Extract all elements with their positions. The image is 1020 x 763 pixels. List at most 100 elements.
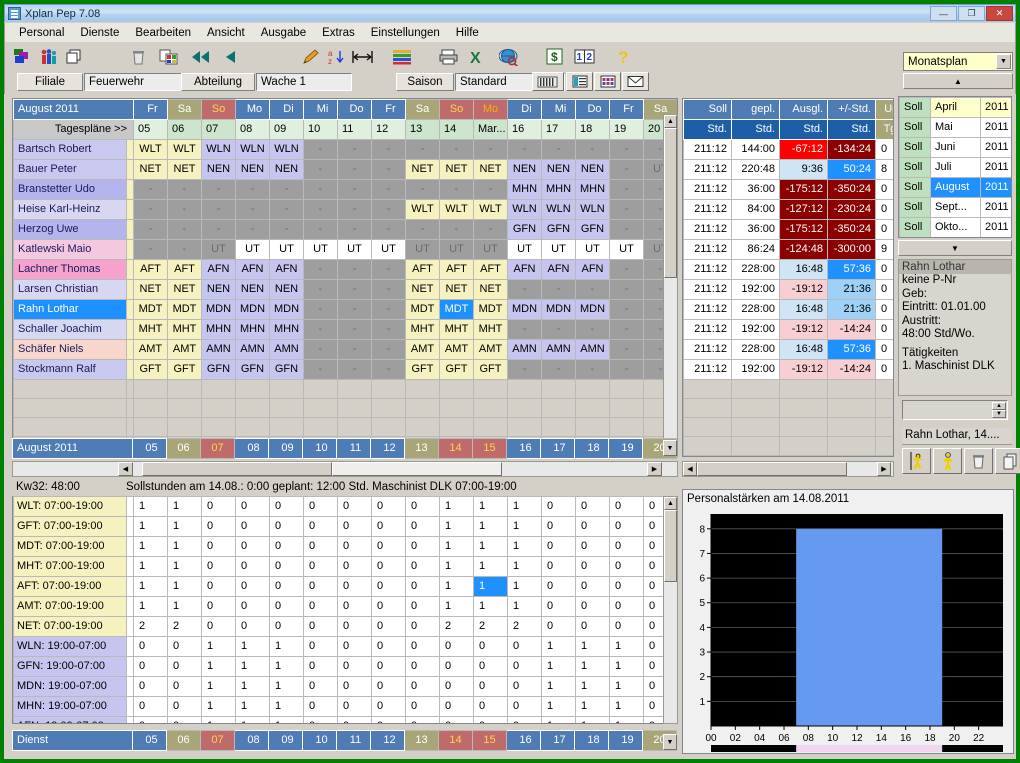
counter-value[interactable]: 0 <box>405 616 440 637</box>
counter-value[interactable]: 1 <box>541 716 576 723</box>
counter-value[interactable]: 0 <box>473 656 508 677</box>
counter-value[interactable]: 1 <box>541 696 576 717</box>
date-cell[interactable]: 08 <box>235 119 270 140</box>
counter-value[interactable]: 0 <box>235 576 270 597</box>
counter-label[interactable]: AFT: 07:00-19:00 <box>13 576 127 597</box>
counter-value[interactable]: 0 <box>371 636 406 657</box>
month-year[interactable]: 2011 <box>980 197 1011 218</box>
menu-item-extras[interactable]: Extras <box>314 25 363 41</box>
shift-cell[interactable]: AMN <box>235 339 270 360</box>
counters-footer-date[interactable]: 19 <box>608 730 643 751</box>
counter-value[interactable]: 0 <box>337 596 372 617</box>
shift-cell[interactable]: NET <box>167 279 202 300</box>
counter-value[interactable]: 0 <box>439 676 474 697</box>
shift-cell[interactable]: - <box>167 199 202 220</box>
date-cell[interactable]: 16 <box>507 119 542 140</box>
shift-cell[interactable]: UT <box>609 239 644 260</box>
counter-value[interactable]: 0 <box>337 556 372 577</box>
counter-value[interactable]: 1 <box>575 656 610 677</box>
counter-value[interactable]: 0 <box>201 596 236 617</box>
counter-value[interactable]: 1 <box>473 536 508 557</box>
shift-cell[interactable]: MHN <box>201 319 236 340</box>
shift-cell[interactable]: GFN <box>507 219 542 240</box>
shift-cell[interactable]: NET <box>473 279 508 300</box>
shift-cell[interactable]: MHN <box>507 179 542 200</box>
counter-value[interactable]: 0 <box>609 556 644 577</box>
plan-hscroll-thumb-left[interactable] <box>142 462 332 476</box>
counter-value[interactable]: 1 <box>609 696 644 717</box>
counter-value[interactable]: 1 <box>269 676 304 697</box>
shift-cell[interactable]: - <box>473 219 508 240</box>
counter-value[interactable]: 0 <box>371 496 406 517</box>
counter-value[interactable]: 0 <box>405 536 440 557</box>
counter-value[interactable]: 1 <box>473 556 508 577</box>
counter-value[interactable]: 0 <box>371 516 406 537</box>
scroll-up-button[interactable]: ▲ <box>903 73 1013 89</box>
weekday-header[interactable]: Sa <box>405 99 440 120</box>
counter-value[interactable]: 0 <box>201 536 236 557</box>
shift-cell[interactable]: NET <box>405 159 440 180</box>
counter-value[interactable]: 1 <box>235 676 270 697</box>
shift-cell[interactable]: AFN <box>541 259 576 280</box>
shift-cell[interactable]: - <box>303 339 338 360</box>
shift-cell[interactable]: - <box>133 219 168 240</box>
shift-cell[interactable]: - <box>371 159 406 180</box>
counter-value[interactable]: 1 <box>541 656 576 677</box>
footer-date-cell[interactable]: 16 <box>506 438 541 459</box>
counter-value[interactable]: 0 <box>337 496 372 517</box>
weekday-header[interactable]: Mi <box>541 99 576 120</box>
counter-label[interactable]: MHN: 19:00-07:00 <box>13 696 127 717</box>
footer-date-cell[interactable]: 05 <box>132 438 167 459</box>
counter-value[interactable]: 0 <box>405 596 440 617</box>
counter-value[interactable]: 0 <box>201 616 236 637</box>
counter-value[interactable]: 2 <box>133 616 168 637</box>
employee-name-cell[interactable]: Bartsch Robert <box>13 139 127 160</box>
shift-cell[interactable]: - <box>337 179 372 200</box>
shift-cell[interactable]: - <box>609 259 644 280</box>
counter-value[interactable]: 0 <box>371 696 406 717</box>
counter-value[interactable]: 0 <box>541 556 576 577</box>
counter-value[interactable]: 0 <box>609 516 644 537</box>
counter-value[interactable]: 0 <box>337 676 372 697</box>
counter-value[interactable]: 0 <box>303 656 338 677</box>
help-icon[interactable]: ? <box>613 45 637 69</box>
weekday-header[interactable]: Di <box>269 99 304 120</box>
footer-date-cell[interactable]: 06 <box>166 438 201 459</box>
shift-cell[interactable]: - <box>439 179 474 200</box>
counter-value[interactable]: 0 <box>541 576 576 597</box>
shift-cell[interactable]: GFN <box>541 219 576 240</box>
footer-date-cell[interactable]: 19 <box>608 438 643 459</box>
shift-cell[interactable]: AMN <box>575 339 610 360</box>
date-cell[interactable]: 14 <box>439 119 474 140</box>
shift-cell[interactable]: - <box>405 139 440 160</box>
shift-cell[interactable]: - <box>303 299 338 320</box>
shift-cell[interactable]: - <box>609 219 644 240</box>
shift-cell[interactable]: - <box>371 299 406 320</box>
counter-value[interactable]: 2 <box>167 616 202 637</box>
month-name[interactable]: August <box>930 177 981 198</box>
counter-label[interactable]: NET: 07:00-19:00 <box>13 616 127 637</box>
shift-cell[interactable]: MHN <box>269 319 304 340</box>
hours-grid[interactable]: Sollgepl.Ausgl.+/-Std.UrStd.Std.Std.Std.… <box>683 99 893 456</box>
shift-cell[interactable]: - <box>167 179 202 200</box>
shift-cell[interactable]: - <box>609 159 644 180</box>
counter-value[interactable]: 1 <box>133 496 168 517</box>
shift-cell[interactable]: NEN <box>235 159 270 180</box>
counter-value[interactable]: 0 <box>575 556 610 577</box>
shift-cell[interactable]: WLN <box>235 139 270 160</box>
chevron-down-icon[interactable]: ▼ <box>996 54 1011 69</box>
shift-cell[interactable]: - <box>337 319 372 340</box>
date-cell[interactable]: 13 <box>405 119 440 140</box>
shift-cell[interactable]: - <box>303 219 338 240</box>
person-spin-up-button[interactable]: ▲ <box>992 402 1006 410</box>
menu-item-ausgabe[interactable]: Ausgabe <box>253 25 314 41</box>
weekday-header[interactable]: So <box>201 99 236 120</box>
date-cell[interactable]: 12 <box>371 119 406 140</box>
shift-cell[interactable]: NEN <box>235 279 270 300</box>
shift-cell[interactable]: MDN <box>575 299 610 320</box>
counter-value[interactable]: 0 <box>405 716 440 723</box>
month-row[interactable]: Soll April 2011 <box>899 97 1011 118</box>
counter-value[interactable]: 0 <box>303 516 338 537</box>
shift-cell[interactable]: AMT <box>167 339 202 360</box>
month-row[interactable]: Soll Juli 2011 <box>899 157 1011 178</box>
